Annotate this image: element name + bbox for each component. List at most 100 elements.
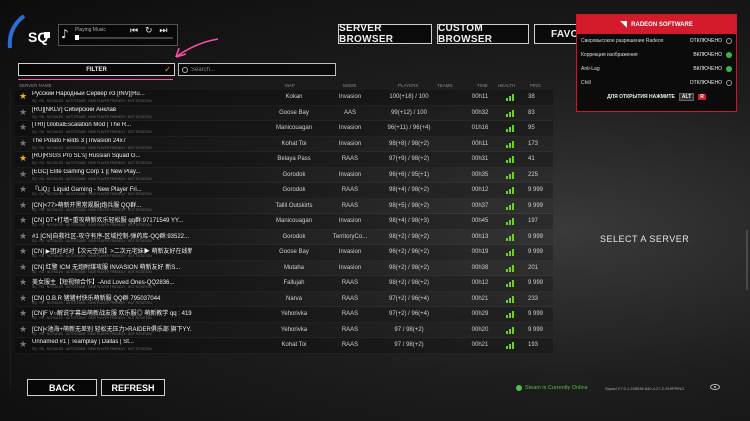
tab-custom-browser[interactable]: CUSTOM BROWSER: [437, 23, 529, 45]
server-mode: TerritoryCo...: [332, 233, 368, 240]
server-row[interactable]: ★ [CN] O.B.R 猪猪村快乐萌新服 QQ群 795037044 SQ ·…: [15, 291, 553, 307]
server-row[interactable]: ★ [TRI] GlobalEscalation Mod | The R... …: [15, 121, 553, 137]
server-time: 00h20: [471, 326, 489, 333]
server-tags: SQ · RU · NO RULES · AUTOTEAMS · NEW PLA…: [32, 176, 152, 181]
back-button[interactable]: BACK: [27, 379, 97, 396]
annotation-arrow-icon: [175, 38, 219, 58]
favorite-star-icon[interactable]: ★: [19, 186, 27, 195]
server-row[interactable]: ★ [CN]<池海+萌新无差别 轻松无压力>RAIDER俱乐部 旗下YY... …: [15, 322, 553, 338]
squad-logo-icon: SQ: [7, 14, 50, 49]
server-mode: Invasion: [338, 171, 362, 178]
server-players: 96(+11) / 96(+4): [387, 125, 431, 131]
steam-icon: [516, 385, 522, 391]
server-name: [EGC] Elite Gaming Corp 1 || New Play...: [32, 168, 141, 175]
server-ping: 38: [528, 94, 535, 100]
col-health[interactable]: HEALTH: [498, 83, 515, 88]
filter-button[interactable]: FILTER ✓: [18, 63, 175, 76]
favorite-star-icon[interactable]: ★: [19, 155, 27, 164]
server-players: 97(+2) / 96(+4): [388, 311, 430, 317]
radeon-row-label: Сверхвысокое разрешение Radeon: [581, 38, 664, 44]
steam-status: Steam is Currently Online: [516, 385, 588, 391]
favorite-star-icon[interactable]: ★: [19, 201, 27, 211]
server-row[interactable]: ★ Unnamed #1 | Teamplay | Dallas | St...…: [15, 338, 553, 354]
play-icon[interactable]: [75, 35, 79, 40]
server-row[interactable]: ★ 美女服主【短视频合作】-And Loved Ones-QQ2836... S…: [15, 276, 553, 292]
server-map: Kohat Toi: [281, 342, 307, 348]
check-icon: [726, 52, 732, 58]
health-bars-icon: [506, 295, 515, 303]
eye-icon[interactable]: [710, 384, 720, 390]
col-teams[interactable]: TEAMS: [437, 83, 453, 88]
server-row[interactable]: ★ [CN]<77>萌新开黑常规服|炮兵服 QQ群... SQ · RU · N…: [15, 198, 553, 214]
server-tags: SQ · RU · NO RULES · AUTOTEAMS · NEW PLA…: [32, 347, 152, 351]
radeon-row-state: ОТКЛЮЧЕНО: [689, 80, 722, 86]
server-time: 00h32: [471, 109, 489, 116]
server-row[interactable]: ★ Русский Народный Сервер #3 [INV][Ru...…: [15, 90, 553, 106]
favorite-star-icon[interactable]: ★: [19, 325, 27, 335]
favorite-star-icon[interactable]: ★: [19, 310, 27, 319]
favorite-star-icon[interactable]: ★: [19, 124, 27, 133]
server-row[interactable]: ★ [CN] DT+打墙+重攻萌新欢乐轻松服 qq群:97171549 YY..…: [15, 214, 553, 230]
health-bars-icon: [506, 218, 515, 225]
favorite-star-icon[interactable]: ★: [19, 341, 27, 350]
favorite-star-icon[interactable]: ★: [19, 139, 27, 149]
server-mode: Invasion: [338, 264, 362, 271]
server-map: Gorodok: [282, 171, 306, 178]
favorite-star-icon[interactable]: ★: [19, 108, 27, 118]
server-mode: RAAS: [341, 311, 359, 317]
server-players: 99(+12) / 100: [391, 109, 427, 116]
server-ping: 9 999: [528, 280, 544, 286]
search-input[interactable]: [191, 66, 331, 73]
server-row[interactable]: ★ [CN] 红警 ICM 无炮附煤攻服 INVASION 萌新友好 新S...…: [15, 260, 553, 276]
tab-server-browser[interactable]: SERVER BROWSER: [338, 23, 432, 45]
col-ping[interactable]: PING: [530, 83, 541, 88]
health-bars-icon: [506, 156, 515, 163]
refresh-button[interactable]: REFRESH: [101, 379, 165, 396]
server-mode: RAAS: [341, 156, 359, 162]
server-row[interactable]: ★ [CN]F V○解说字幕出萌新战友服 欢乐服◎ 萌新教学 qq : 4195…: [15, 307, 553, 323]
health-bars-icon: [506, 140, 515, 148]
radeon-footer: ДЛЯ ОТКРЫТИЯ НАЖМИТЕ ALT R: [577, 90, 736, 104]
server-tags: SQ · RU · NO RULES · AUTOTEAMS · NEW PLA…: [32, 254, 152, 258]
server-time: 00h11: [471, 140, 489, 147]
favorite-star-icon[interactable]: ★: [19, 263, 27, 273]
favorite-star-icon[interactable]: ★: [19, 93, 27, 102]
server-ping: 201: [528, 264, 539, 271]
col-mode[interactable]: MODE: [343, 83, 357, 88]
player-controls[interactable]: ⏮ ↻ ⏭: [130, 26, 169, 36]
server-tags: SQ · RU · NO RULES · AUTOTEAMS · NEW PLA…: [32, 161, 152, 165]
favorite-star-icon[interactable]: ★: [19, 217, 27, 226]
server-row[interactable]: ★ #1 [CN]自救社区-攻守有序-区域控制-弹药库-QQ群:93522...…: [15, 229, 553, 245]
col-server-name[interactable]: SERVER NAME: [19, 83, 52, 88]
server-players: 98(+2) / 98(+2): [388, 264, 430, 271]
server-row[interactable]: ★ 『LiQ』Liquid Gaming - New Player Fri...…: [15, 183, 553, 199]
health-bars-icon: [506, 233, 515, 241]
server-row[interactable]: ★ [RU][NKLV] Сибирский Анклав SQ · RU · …: [15, 105, 553, 121]
server-mode: RAAS: [341, 295, 359, 302]
favorite-star-icon[interactable]: ★: [19, 294, 27, 304]
server-row[interactable]: ★ [CN] ▶团对对对【次元空间】>二次元宅妹▶ 萌新友好在线新... SQ …: [15, 245, 553, 261]
server-mode: Invasion: [338, 218, 362, 224]
server-mode: Invasion: [338, 249, 362, 255]
favorite-star-icon[interactable]: ★: [19, 279, 27, 288]
server-map: Goose Bay: [279, 249, 309, 255]
radeon-row: Коррекция изображения ВКЛЮЧЕНО: [577, 48, 736, 62]
server-row[interactable]: ★ [RU]RSGS Pro SL's] Russian Squad G... …: [15, 152, 553, 168]
col-map[interactable]: MAP: [285, 83, 295, 88]
server-time: 00h29: [471, 311, 489, 317]
server-players: 98(+4) / 98(+3): [388, 218, 430, 224]
search-box[interactable]: [178, 63, 336, 76]
favorite-star-icon[interactable]: ★: [19, 232, 27, 242]
server-row[interactable]: ★ The Potato Fields 3 | Invasion 24x7 SQ…: [15, 136, 553, 152]
server-table: SERVER NAME MAP MODE PLAYERS TEAMS TIME …: [15, 81, 553, 369]
server-row[interactable]: ★ [EGC] Elite Gaming Corp 1 || New Play.…: [15, 167, 553, 183]
scroll-indicator[interactable]: [746, 230, 748, 290]
favorite-star-icon[interactable]: ★: [19, 248, 27, 257]
player-progress[interactable]: [75, 37, 173, 39]
server-players: 97(+2) / 96(+4): [388, 295, 430, 302]
col-players[interactable]: PLAYERS: [398, 83, 418, 88]
col-time[interactable]: TIME: [477, 83, 488, 88]
server-time: 00h35: [471, 171, 489, 178]
favorite-star-icon[interactable]: ★: [19, 170, 27, 180]
radeon-title: RADEON SOFTWARE: [631, 21, 693, 28]
